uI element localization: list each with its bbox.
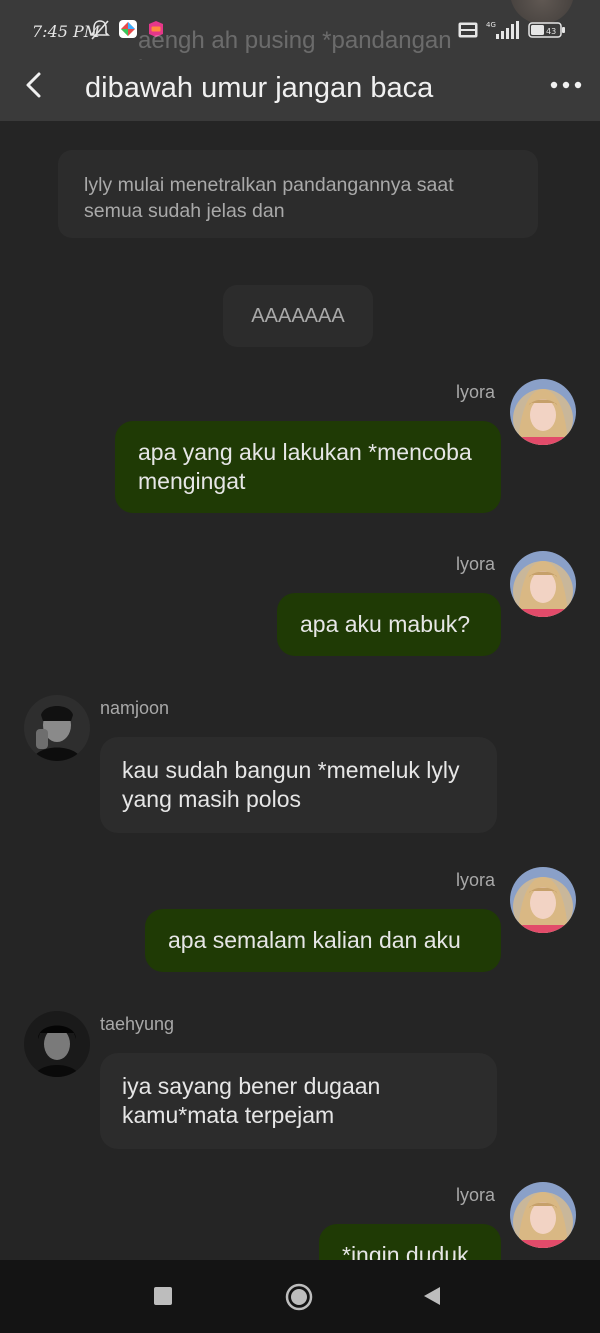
page-title: dibawah umur jangan baca <box>85 72 434 104</box>
center-message: AAAAAAA <box>223 285 373 347</box>
avatar-lyora[interactable] <box>510 379 576 445</box>
sender-name: lyora <box>456 870 496 890</box>
home-button[interactable] <box>284 1282 314 1312</box>
incoming-bubble: iya sayang bener dugaan kamu*mata terpej… <box>100 1053 497 1149</box>
home-circle-icon <box>285 1283 313 1311</box>
more-dots-icon <box>550 81 582 89</box>
lyora-avatar-icon <box>510 1182 576 1248</box>
chevron-left-icon <box>26 72 41 98</box>
outgoing-bubble: apa semalam kalian dan aku <box>145 909 501 972</box>
more-options-button[interactable] <box>548 68 584 102</box>
lyora-avatar-icon <box>510 551 576 617</box>
avatar-taehyung[interactable] <box>24 1011 90 1077</box>
system-navbar <box>0 1260 600 1333</box>
battery-icon: 43 <box>528 21 566 44</box>
avatar-lyora[interactable] <box>510 867 576 933</box>
colorful-app-icon <box>118 19 138 46</box>
avatar-namjoon[interactable] <box>24 695 90 761</box>
narration-message: lyly mulai menetralkan pandangannya saat… <box>58 150 538 238</box>
back-button[interactable] <box>22 70 48 100</box>
back-nav-button[interactable] <box>420 1284 444 1308</box>
status-bar: 7:45 PM 4G 43 aengh ah pusing *pandangan… <box>0 0 600 83</box>
sender-name: lyora <box>456 382 496 402</box>
recents-button[interactable] <box>152 1285 174 1307</box>
outgoing-bubble: apa yang aku lakukan *mencoba mengingat <box>115 421 501 513</box>
battery-level-text: 43 <box>546 27 556 36</box>
lyora-avatar-icon <box>510 867 576 933</box>
chat-area[interactable]: lyly mulai menetralkan pandangannya saat… <box>0 121 600 1260</box>
sender-name: namjoon <box>100 698 170 718</box>
lyora-avatar-icon <box>510 379 576 445</box>
incoming-bubble: kau sudah bangun *memeluk lyly yang masi… <box>100 737 497 833</box>
back-triangle-icon <box>424 1287 440 1305</box>
app-header: dibawah umur jangan baca <box>0 60 600 121</box>
sender-name: taehyung <box>100 1014 175 1034</box>
recents-square-icon <box>154 1287 172 1305</box>
namjoon-avatar-icon <box>24 695 90 761</box>
sender-name: lyora <box>456 1185 496 1205</box>
avatar-lyora[interactable] <box>510 551 576 617</box>
muted-bell-icon <box>90 19 110 46</box>
avatar-lyora[interactable] <box>510 1182 576 1248</box>
outgoing-bubble: *ingin duduk <box>319 1224 501 1260</box>
outgoing-bubble: apa aku mabuk? <box>277 593 501 656</box>
taehyung-avatar-icon <box>24 1011 90 1077</box>
sender-name: lyora <box>456 554 496 574</box>
